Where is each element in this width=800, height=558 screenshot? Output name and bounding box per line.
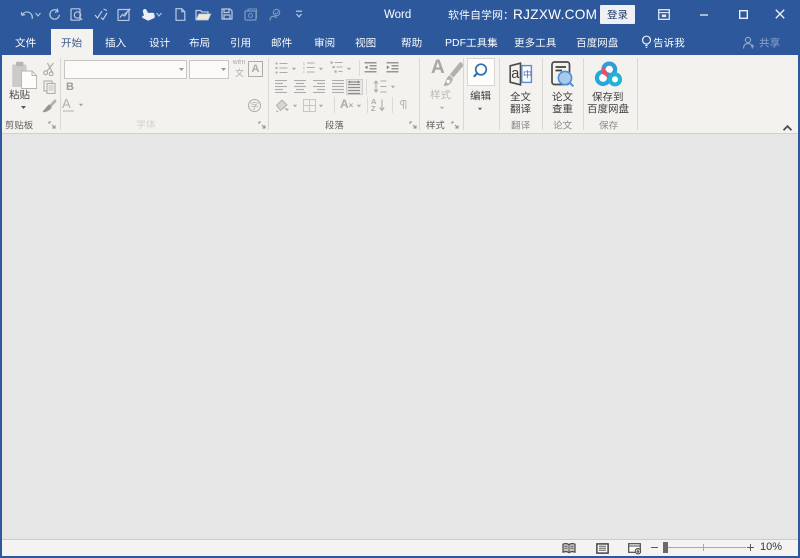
svg-text:a: a (511, 66, 520, 82)
